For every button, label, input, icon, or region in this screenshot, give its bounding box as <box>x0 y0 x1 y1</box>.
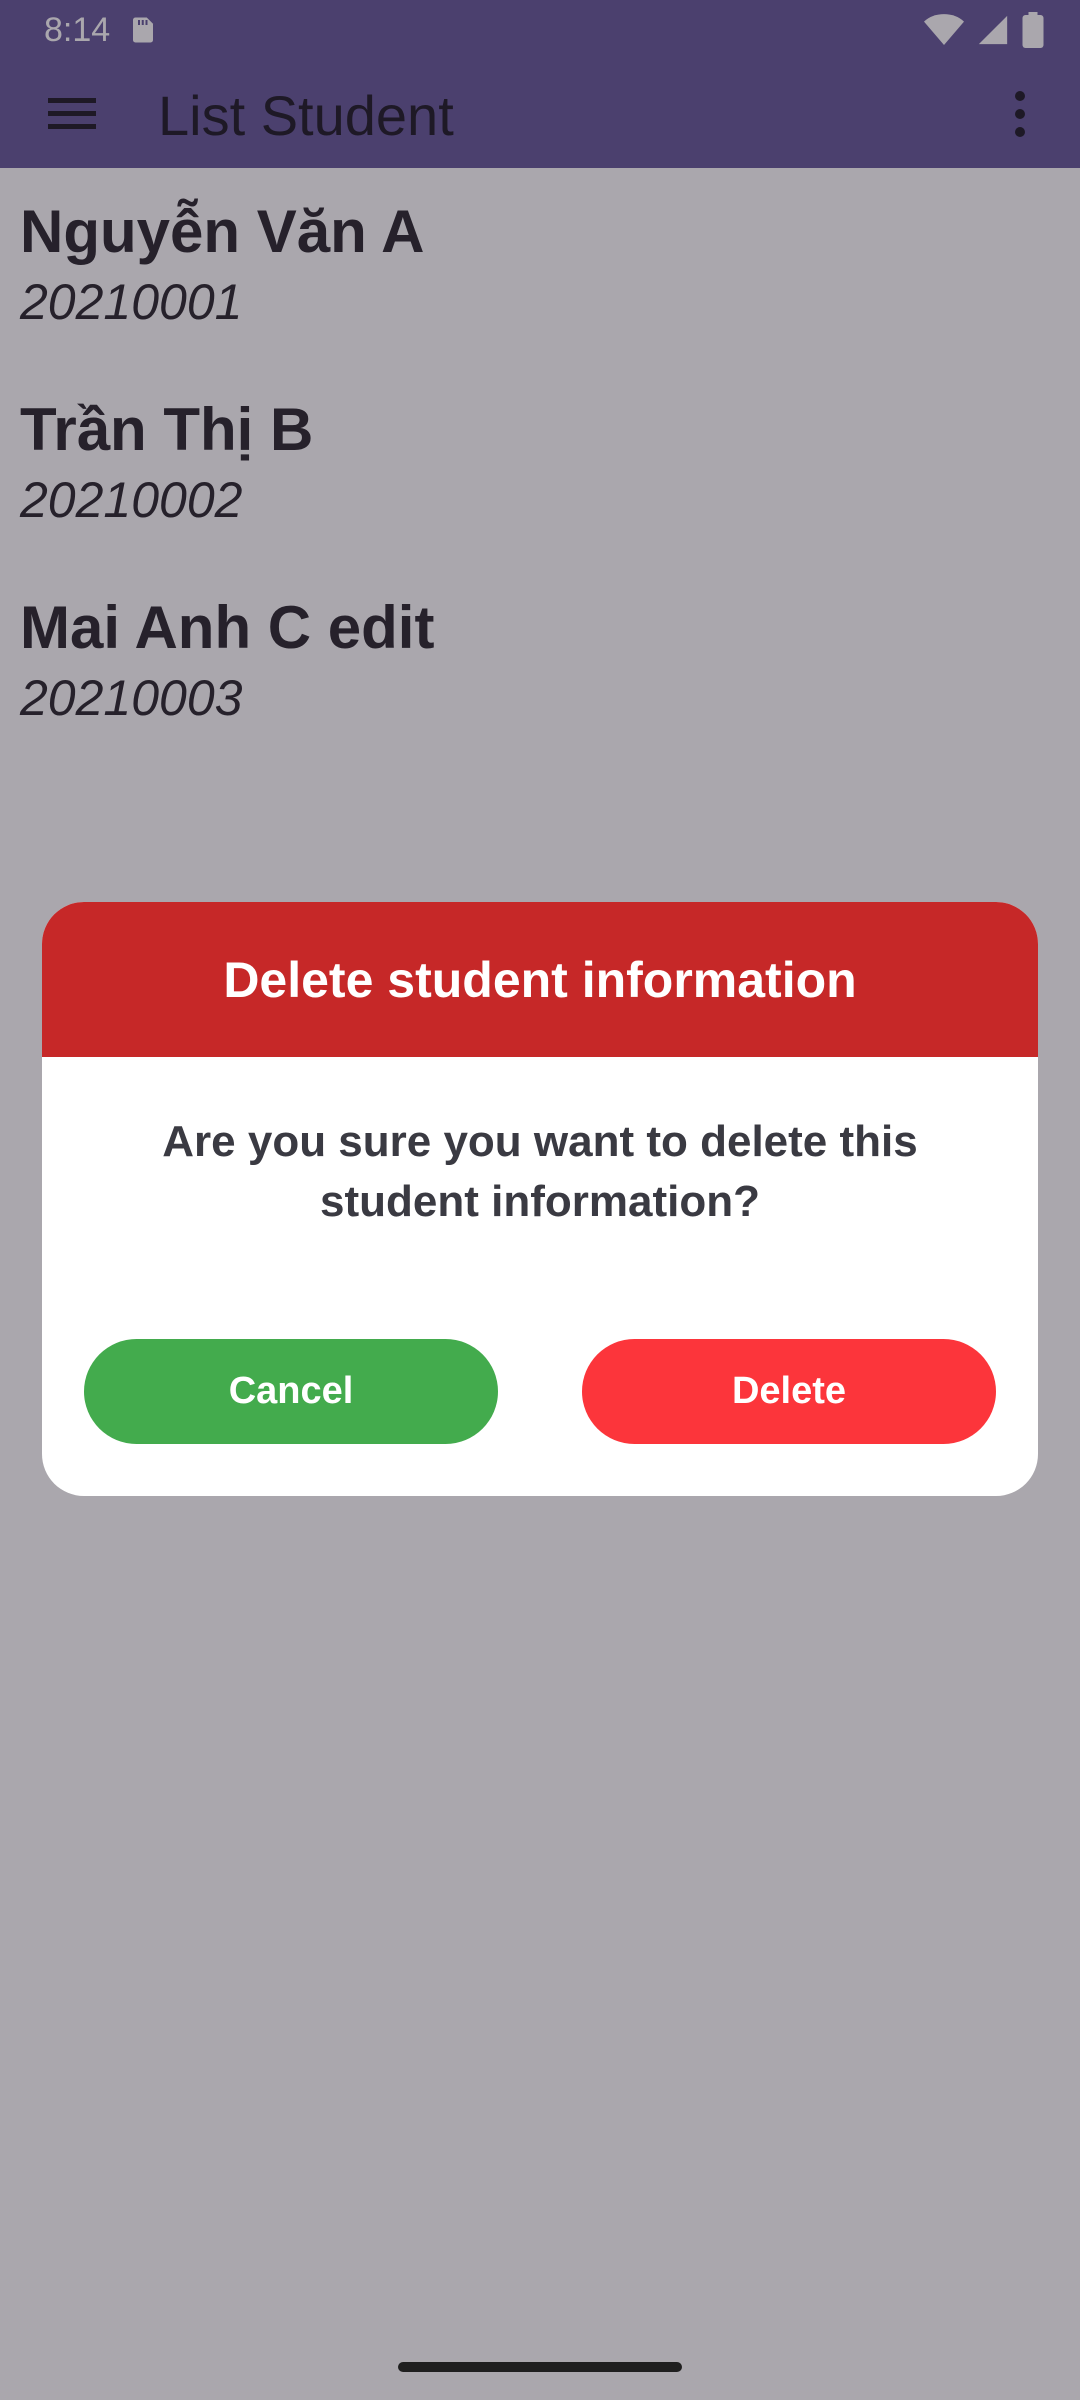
delete-button[interactable]: Delete <box>582 1339 996 1444</box>
dialog-message: Are you sure you want to delete this stu… <box>162 1117 918 1226</box>
dialog-title: Delete student information <box>223 951 857 1008</box>
home-indicator[interactable] <box>398 2362 682 2372</box>
cancel-button[interactable]: Cancel <box>84 1339 498 1444</box>
dialog-header: Delete student information <box>42 902 1038 1057</box>
delete-dialog: Delete student information Are you sure … <box>42 902 1038 1496</box>
